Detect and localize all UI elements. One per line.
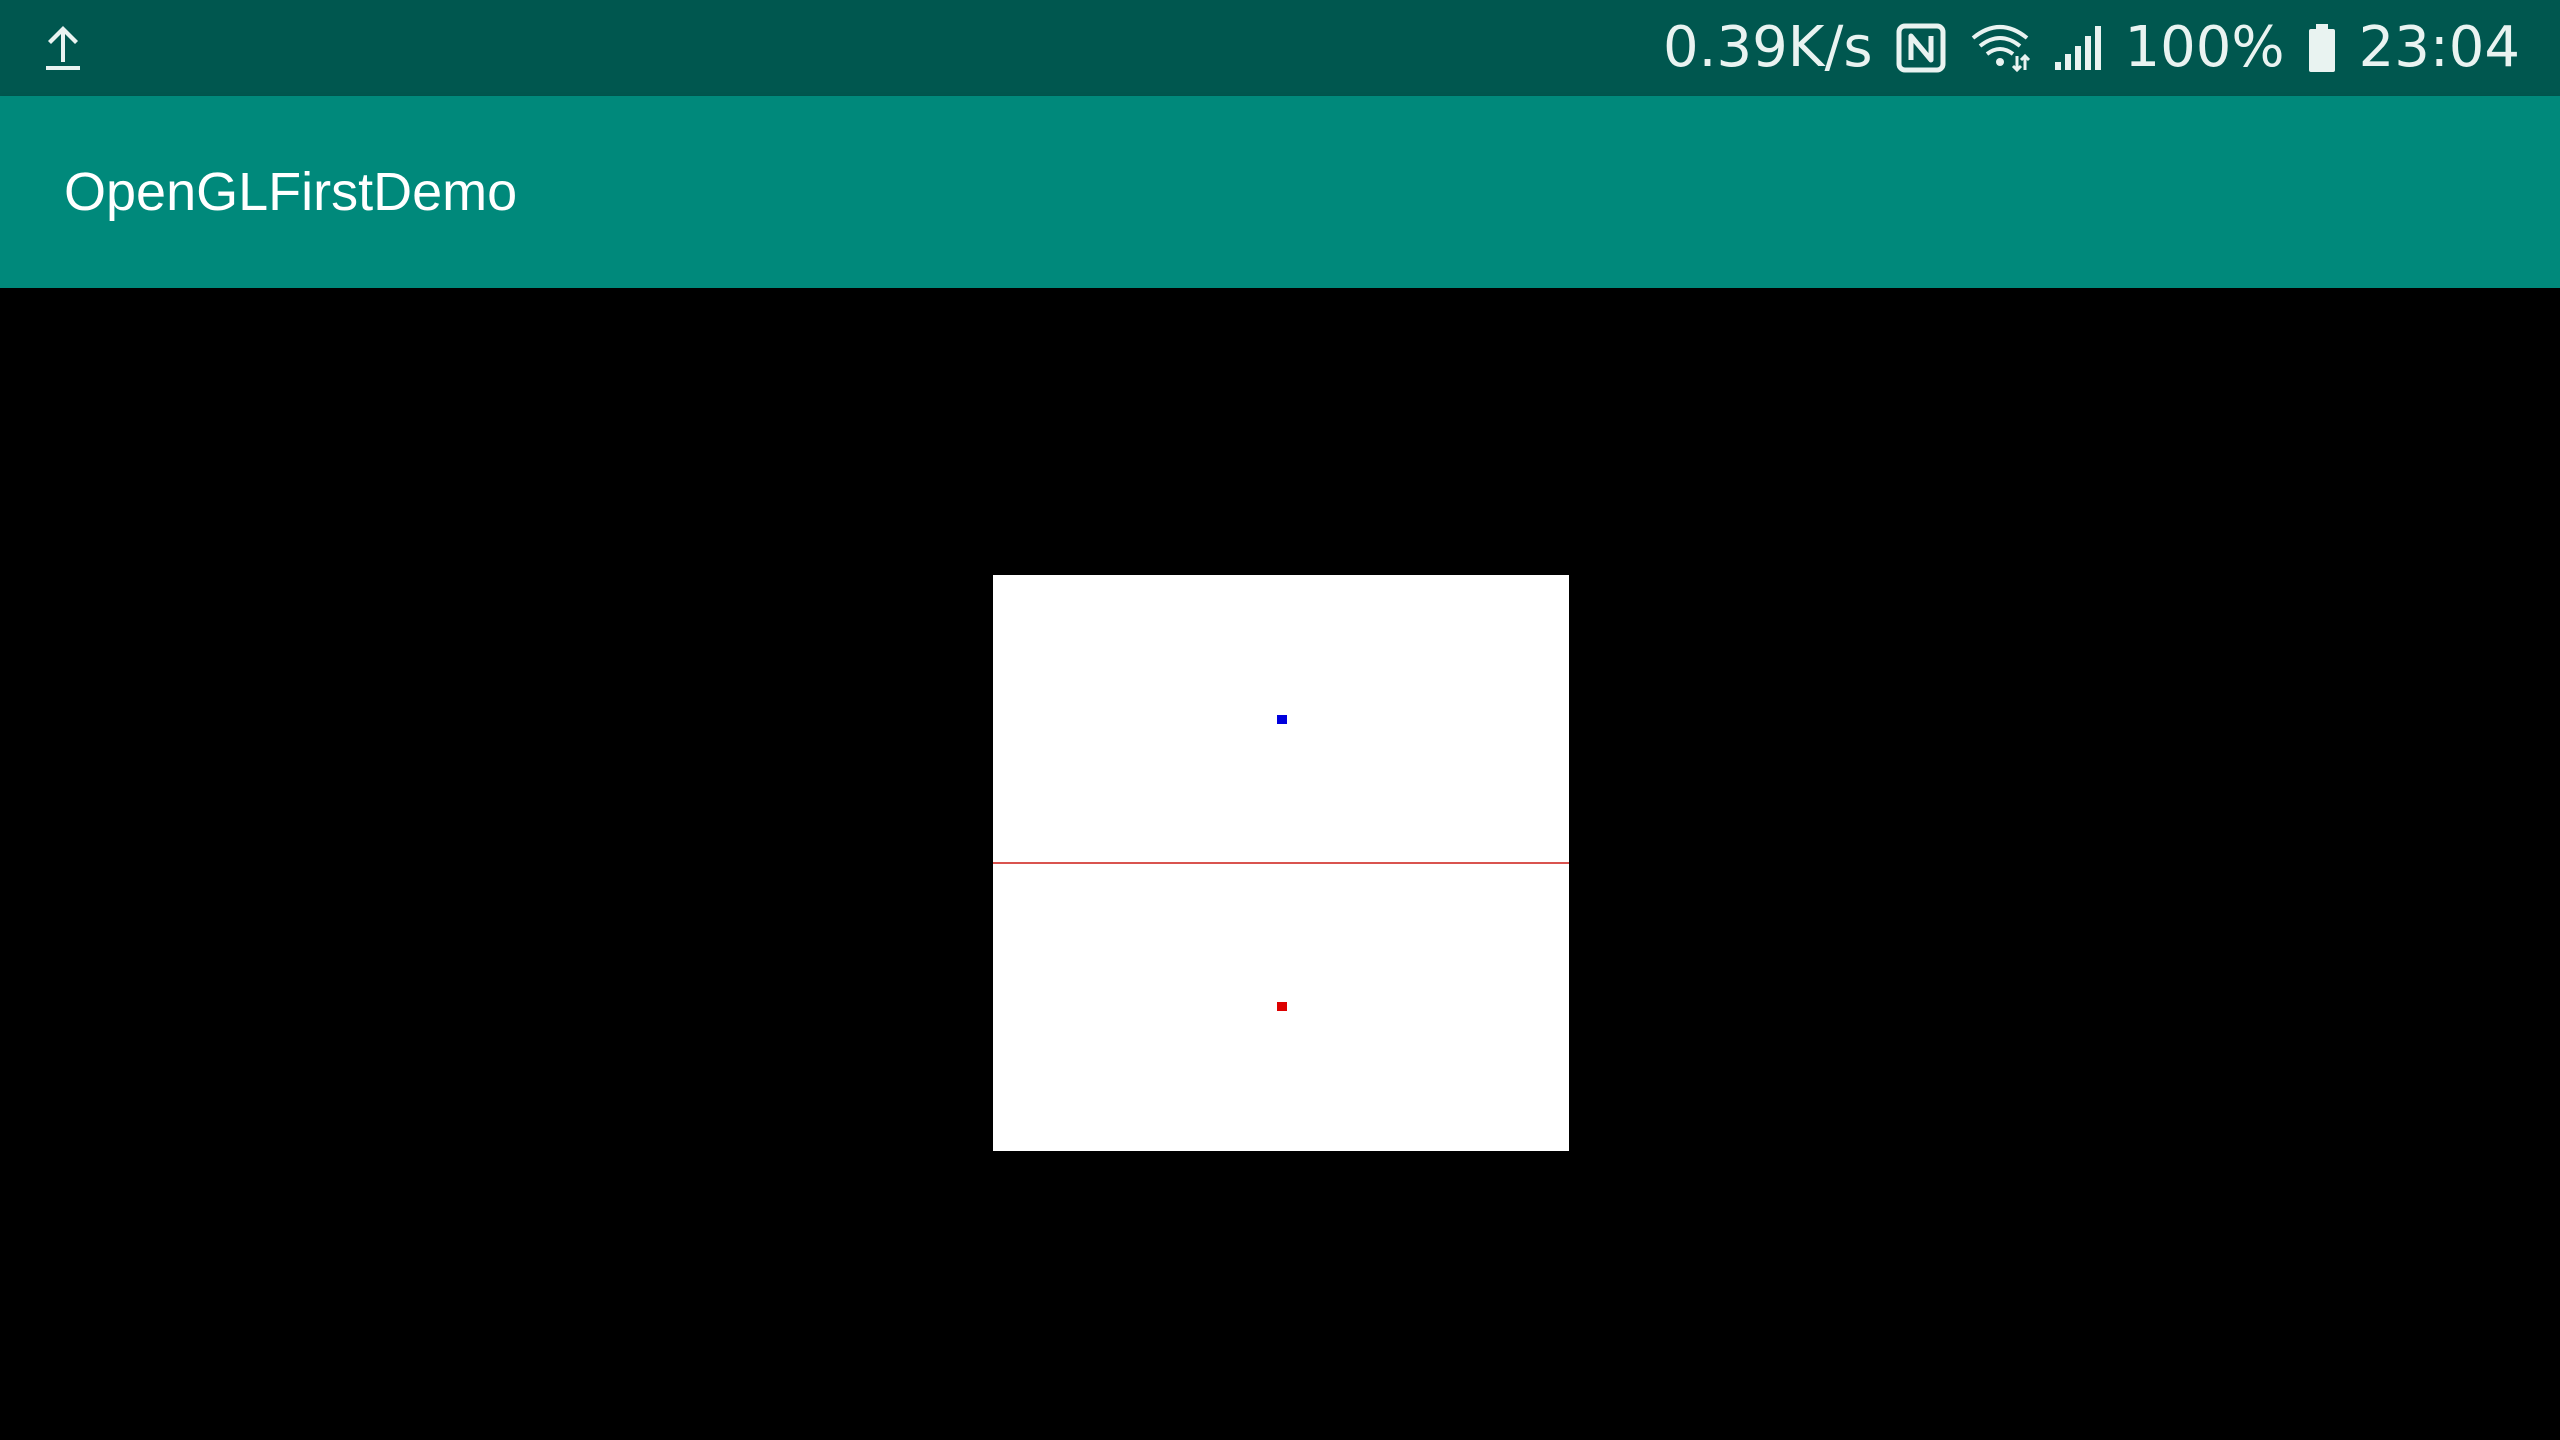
status-bar: 0.39K/s 100% 23:04 xyxy=(0,0,2560,96)
status-right-group: 0.39K/s 100% 23:04 xyxy=(1663,0,2520,96)
wifi-icon xyxy=(1971,25,2030,73)
screen: 0.39K/s 100% 23:04 OpenGLFirstDemo xyxy=(0,0,2560,1440)
app-bar: OpenGLFirstDemo xyxy=(0,96,2560,288)
blue-point xyxy=(1277,715,1287,724)
signal-icon xyxy=(2054,26,2101,70)
network-speed: 0.39K/s xyxy=(1663,15,1873,80)
gl-surface-view[interactable] xyxy=(0,288,2560,1440)
red-point xyxy=(1277,1002,1287,1011)
app-title: OpenGLFirstDemo xyxy=(64,162,518,222)
clock: 23:04 xyxy=(2358,15,2520,80)
nfc-icon xyxy=(1896,23,1945,73)
upload-icon xyxy=(46,26,80,70)
battery-percent: 100% xyxy=(2124,15,2285,80)
battery-icon xyxy=(2308,24,2335,72)
gl-canvas[interactable] xyxy=(993,575,1569,1151)
